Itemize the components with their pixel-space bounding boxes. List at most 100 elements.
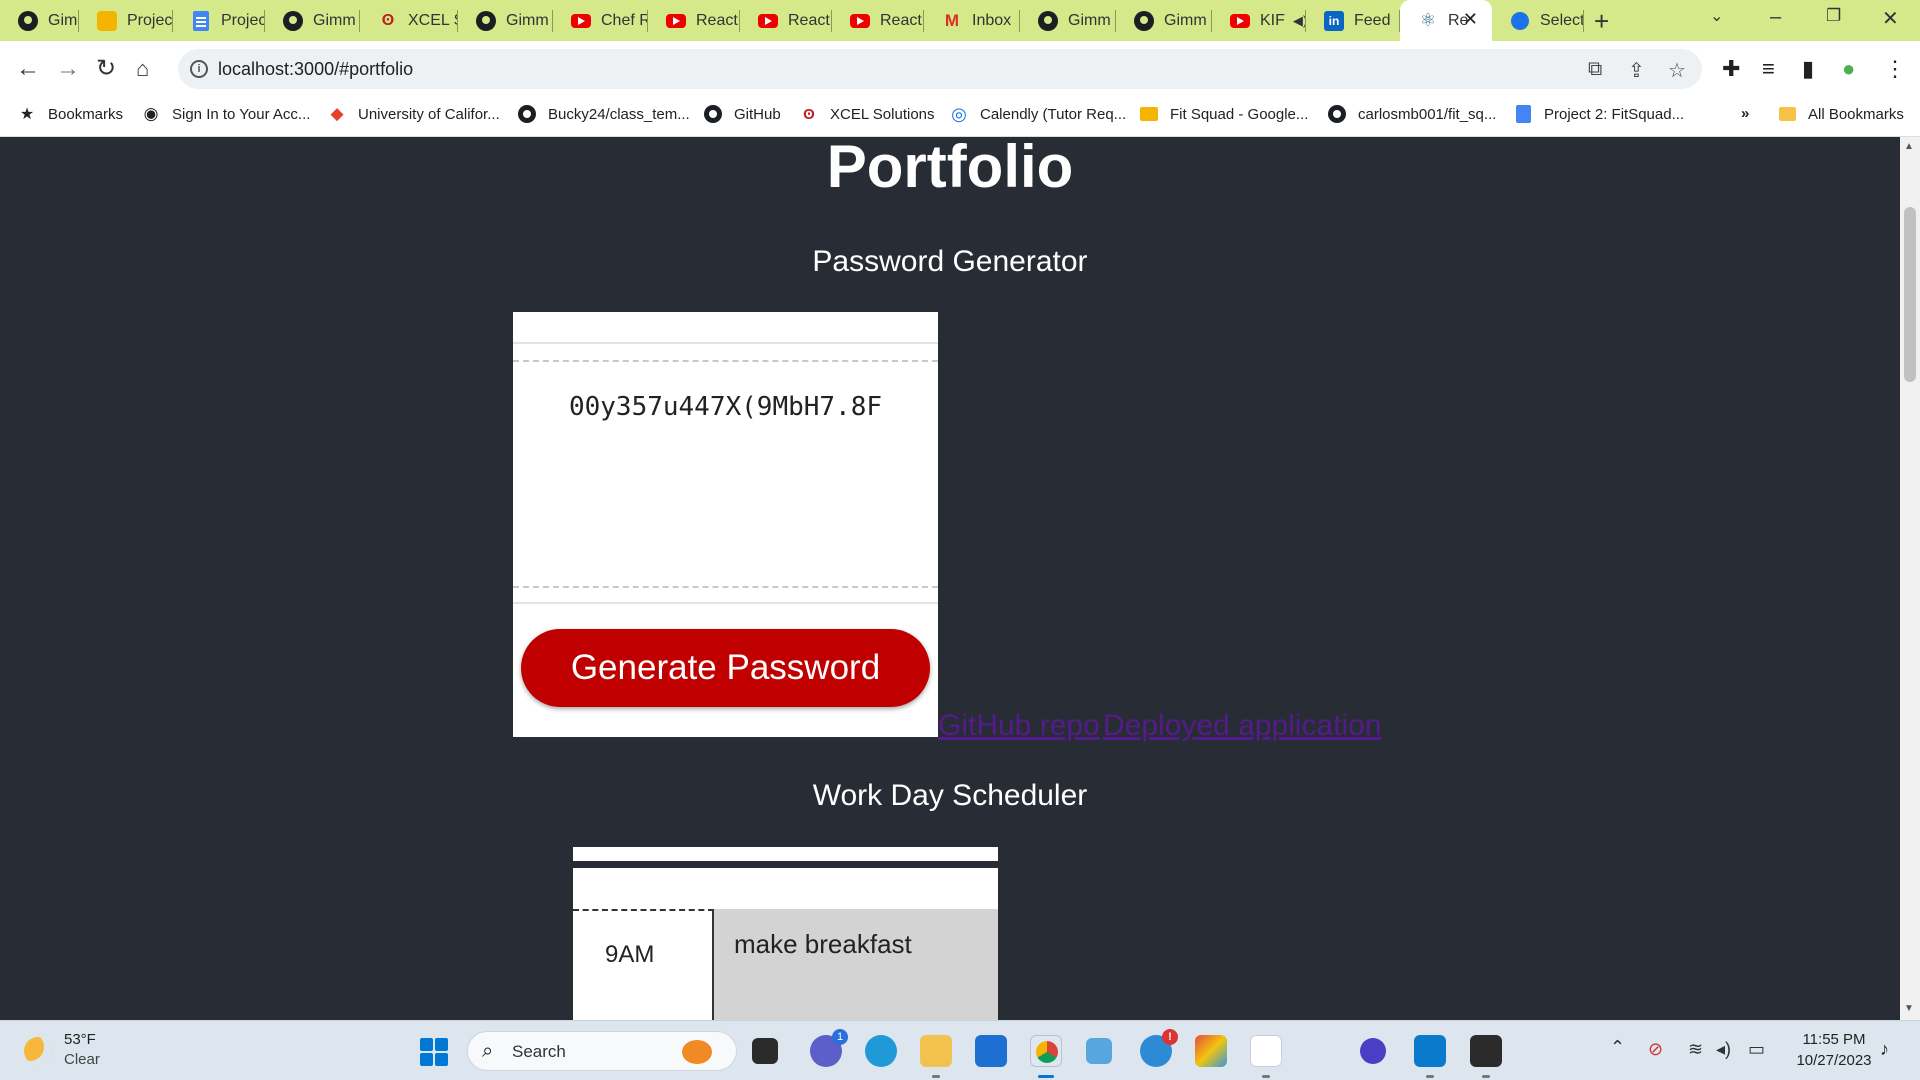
volume-icon[interactable]: ◂) <box>1716 1039 1731 1060</box>
tab-chef[interactable]: Chef R <box>553 0 648 41</box>
home-icon[interactable]: ⌂ <box>136 55 149 83</box>
tab-kif[interactable]: KIF ◀) <box>1212 0 1306 41</box>
share-icon[interactable]: ⇪ <box>1628 58 1645 83</box>
new-tab-plus-icon[interactable]: + <box>1594 6 1609 37</box>
window-close-icon[interactable]: ✕ <box>1882 6 1899 31</box>
close-icon[interactable]: ✕ <box>1463 9 1478 30</box>
vpn-app-icon[interactable]: ! <box>1140 1029 1178 1067</box>
bookmark-project2[interactable]: Project 2: FitSquad... <box>1514 105 1684 123</box>
youtube-icon <box>571 11 591 31</box>
tab-react-2[interactable]: React <box>740 0 832 41</box>
clock-date[interactable]: 10/27/2023 <box>1790 1052 1878 1069</box>
media-controls-icon[interactable]: ≡ <box>1762 56 1775 82</box>
tab-react-3[interactable]: React <box>832 0 924 41</box>
blank-app-icon[interactable] <box>1305 1049 1315 1059</box>
edge-icon[interactable] <box>865 1035 897 1067</box>
tab-feed[interactable]: in Feed <box>1306 0 1400 41</box>
address-bar[interactable]: i localhost:3000/#portfolio ⧉ ⇪ ☆ <box>178 49 1702 89</box>
teams-icon[interactable]: 1 <box>810 1029 848 1067</box>
extensions-icon[interactable]: ✚ <box>1722 56 1740 82</box>
generate-password-button[interactable]: Generate Password <box>521 629 930 707</box>
terminal-icon[interactable] <box>1470 1035 1502 1067</box>
reload-icon[interactable]: ↻ <box>96 55 116 83</box>
eclipse-app-icon[interactable] <box>1360 1038 1386 1064</box>
menu-kebab-icon[interactable]: ⋮ <box>1884 56 1906 82</box>
tab-gimm-5[interactable]: Gimm <box>1116 0 1212 41</box>
task-textarea[interactable]: make breakfast <box>714 909 998 1020</box>
page-title: Portfolio <box>826 137 1074 200</box>
scroll-down-arrow-icon[interactable]: ▼ <box>1904 1003 1914 1014</box>
weather-condition[interactable]: Clear <box>64 1051 100 1068</box>
vscode-icon[interactable] <box>1414 1035 1446 1067</box>
tab-inbox[interactable]: M Inbox <box>924 0 1020 41</box>
slides-icon <box>1140 105 1158 123</box>
restore-icon[interactable]: ❐ <box>1826 6 1841 26</box>
docs-icon <box>191 10 211 31</box>
moon-weather-icon[interactable] <box>24 1037 52 1065</box>
scroll-up-arrow-icon[interactable]: ▲ <box>1904 141 1914 152</box>
bookmark-fit-squad[interactable]: Fit Squad - Google... <box>1140 105 1308 123</box>
tab-project-2[interactable]: Projec <box>173 0 265 41</box>
url-text[interactable]: localhost:3000/#portfolio <box>218 59 413 80</box>
tab-gimm-3[interactable]: Gimm <box>458 0 553 41</box>
clock-time[interactable]: 11:55 PM <box>1790 1031 1878 1048</box>
active-indicator <box>1038 1075 1054 1078</box>
notification-bell-icon[interactable]: ♪ <box>1880 1039 1889 1060</box>
forward-icon[interactable]: → <box>56 55 80 83</box>
deployed-application-link[interactable]: Deployed application <box>1103 709 1382 743</box>
bookmark-university[interactable]: ◆ University of Califor... <box>328 104 499 123</box>
youtube-icon <box>1230 11 1250 31</box>
slack-icon[interactable] <box>1250 1035 1282 1067</box>
windows-start-icon[interactable] <box>420 1038 448 1066</box>
weather-temperature[interactable]: 53°F <box>64 1031 96 1048</box>
show-hidden-icons-chevron[interactable]: ⌃ <box>1610 1037 1625 1058</box>
scheduler-header-bar <box>573 861 998 868</box>
bookmarks-overflow-chevron[interactable]: » <box>1741 105 1749 122</box>
tab-select[interactable]: Select <box>1492 0 1584 41</box>
tab-gimm-4[interactable]: Gimm <box>1020 0 1116 41</box>
bookmark-github[interactable]: GitHub <box>704 105 781 123</box>
page-scrollbar[interactable]: ▲ ▼ <box>1900 137 1920 1020</box>
microsoft-store-icon[interactable] <box>975 1035 1007 1067</box>
bookmark-sign-in[interactable]: ◉ Sign In to Your Acc... <box>142 104 311 123</box>
youtube-icon <box>850 11 870 31</box>
tab-react-1[interactable]: React <box>648 0 740 41</box>
overflow-label: » <box>1741 105 1750 122</box>
bookmark-calendly[interactable]: ◎ Calendly (Tutor Req... <box>950 104 1126 124</box>
chrome-icon[interactable] <box>1030 1035 1062 1067</box>
file-explorer-icon[interactable] <box>920 1035 952 1067</box>
tab-gimm-2[interactable]: Gimm <box>265 0 360 41</box>
bookmark-label: GitHub <box>734 105 781 123</box>
windows-taskbar: 53°F Clear ⌕ Search 1 ! ⌃ ⊘ ≋ ◂) ▭ 11:55… <box>0 1020 1920 1080</box>
profile-avatar-icon[interactable]: ● <box>1842 56 1855 82</box>
task-view-icon[interactable] <box>752 1038 778 1064</box>
tab-active-react[interactable]: ⚛ Re ✕ <box>1400 0 1492 41</box>
tab-label: Feed <box>1354 11 1391 29</box>
password-output[interactable]: 00y357u447X(9MbH7.8F <box>513 392 938 422</box>
back-icon[interactable]: ← <box>16 55 40 83</box>
tab-project-1[interactable]: Projec <box>79 0 173 41</box>
taskbar-search[interactable]: ⌕ Search <box>467 1031 737 1071</box>
snipping-tool-icon[interactable] <box>1086 1038 1112 1064</box>
bookmark-bookmarks[interactable]: ★ Bookmarks <box>18 105 123 124</box>
side-panel-icon[interactable]: ▮ <box>1802 56 1814 82</box>
color-app-icon[interactable] <box>1195 1035 1227 1067</box>
teams-badge: 1 <box>832 1029 848 1045</box>
minimize-icon[interactable]: – <box>1770 6 1781 29</box>
tab-gimm-1[interactable]: Gimm <box>0 0 79 41</box>
scroll-thumb[interactable] <box>1904 207 1916 382</box>
tab-search-chevron-icon[interactable]: ⌄ <box>1710 6 1723 26</box>
bookmark-xcel[interactable]: ʘ XCEL Solutions <box>800 105 934 123</box>
open-in-app-icon[interactable]: ⧉ <box>1588 58 1602 81</box>
network-warning-icon[interactable]: ⊘ <box>1648 1039 1663 1060</box>
wifi-icon[interactable]: ≋ <box>1688 1039 1703 1060</box>
tab-label: Gimm <box>48 11 79 29</box>
site-info-icon[interactable]: i <box>190 60 208 78</box>
bookmark-bucky[interactable]: Bucky24/class_tem... <box>518 105 690 123</box>
tab-xcel[interactable]: ʘ XCEL S <box>360 0 458 41</box>
battery-icon[interactable]: ▭ <box>1748 1039 1765 1060</box>
bookmark-carlosmb[interactable]: carlosmb001/fit_sq... <box>1328 105 1496 123</box>
github-repo-link[interactable]: GitHub repo <box>938 709 1100 743</box>
all-bookmarks-folder[interactable]: All Bookmarks <box>1778 105 1904 123</box>
bookmark-star-icon[interactable]: ☆ <box>1668 58 1686 83</box>
